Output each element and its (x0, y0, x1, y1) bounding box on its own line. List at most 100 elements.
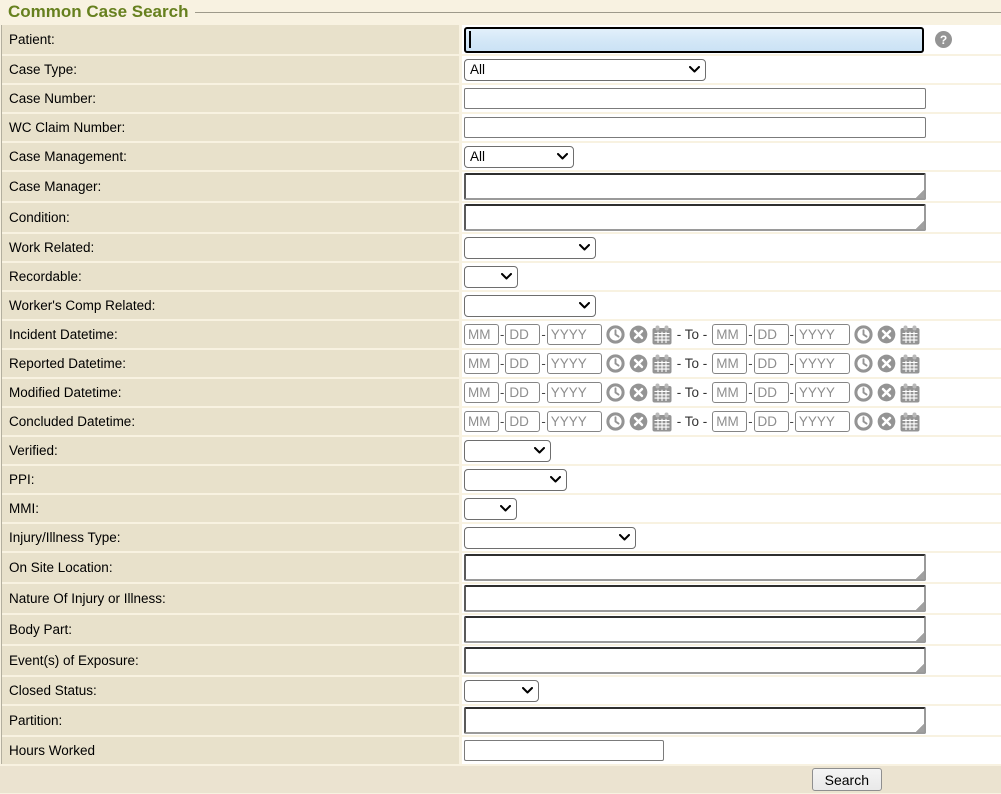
clear-icon[interactable] (877, 412, 896, 431)
field-label: Injury/Illness Type: (2, 524, 459, 551)
workers-comp-related-select[interactable] (464, 295, 596, 317)
concluded-to-year-input[interactable] (795, 411, 850, 432)
calendar-icon[interactable] (652, 354, 672, 374)
incident-to-day-input[interactable] (754, 324, 789, 345)
clock-icon[interactable] (606, 354, 625, 373)
on-site-location-textarea[interactable] (464, 554, 926, 581)
clock-icon[interactable] (854, 354, 873, 373)
help-icon[interactable]: ? (935, 31, 952, 48)
date-separator: - (541, 327, 545, 342)
modified-to-year-input[interactable] (795, 382, 850, 403)
calendar-icon[interactable] (900, 354, 920, 374)
incident-to-month-input[interactable] (712, 324, 747, 345)
row-on-site-location: On Site Location: (2, 553, 1001, 582)
clock-icon[interactable] (854, 383, 873, 402)
work-related-select[interactable] (464, 237, 596, 259)
case-manager-textarea[interactable] (464, 173, 926, 200)
events-of-exposure-textarea[interactable] (464, 647, 926, 674)
condition-textarea[interactable] (464, 204, 926, 231)
calendar-icon[interactable] (900, 383, 920, 403)
header-divider (195, 12, 1001, 13)
incident-to-year-input[interactable] (795, 324, 850, 345)
modified-from-day-input[interactable] (505, 382, 540, 403)
clock-icon[interactable] (854, 412, 873, 431)
ppi-select[interactable] (464, 469, 567, 491)
clock-icon[interactable] (606, 412, 625, 431)
case-management-select[interactable]: All (464, 146, 574, 168)
chevron-down-icon (501, 273, 512, 280)
field-label: Patient: (2, 25, 459, 54)
partition-textarea[interactable] (464, 707, 926, 734)
date-separator: - (748, 356, 752, 371)
calendar-icon[interactable] (652, 325, 672, 345)
reported-to-year-input[interactable] (795, 353, 850, 374)
clock-icon[interactable] (606, 325, 625, 344)
calendar-icon[interactable] (900, 325, 920, 345)
concluded-from-month-input[interactable] (464, 411, 499, 432)
concluded-from-year-input[interactable] (547, 411, 602, 432)
concluded-from-day-input[interactable] (505, 411, 540, 432)
row-case-management: Case Management: All (2, 143, 1001, 170)
chevron-down-icon (500, 505, 511, 512)
wc-claim-number-input[interactable] (464, 117, 926, 138)
field-label: Event(s) of Exposure: (2, 646, 459, 675)
row-workers-comp-related: Worker's Comp Related: (2, 292, 1001, 319)
reported-from-day-input[interactable] (505, 353, 540, 374)
modified-from-year-input[interactable] (547, 382, 602, 403)
modified-from-month-input[interactable] (464, 382, 499, 403)
nature-of-injury-textarea[interactable] (464, 585, 926, 612)
incident-from-day-input[interactable] (505, 324, 540, 345)
clock-icon[interactable] (606, 383, 625, 402)
closed-status-select[interactable] (464, 680, 539, 702)
row-hours-worked: Hours Worked (2, 737, 1001, 764)
reported-to-month-input[interactable] (712, 353, 747, 374)
date-separator: - (748, 385, 752, 400)
clock-icon[interactable] (854, 325, 873, 344)
field-label: Case Management: (2, 143, 459, 170)
row-patient: Patient: ? (2, 25, 1001, 54)
modified-to-day-input[interactable] (754, 382, 789, 403)
row-closed-status: Closed Status: (2, 677, 1001, 704)
reported-from-month-input[interactable] (464, 353, 499, 374)
chevron-down-icon (534, 447, 545, 454)
body-part-textarea[interactable] (464, 616, 926, 643)
reported-from-year-input[interactable] (547, 353, 602, 374)
clear-icon[interactable] (877, 383, 896, 402)
date-separator: - (541, 414, 545, 429)
calendar-icon[interactable] (900, 412, 920, 432)
hours-worked-input[interactable] (464, 740, 664, 761)
field-label: Closed Status: (2, 677, 459, 704)
injury-illness-type-select[interactable] (464, 527, 636, 549)
clear-icon[interactable] (877, 354, 896, 373)
row-ppi: PPI: (2, 466, 1001, 493)
clear-icon[interactable] (629, 412, 648, 431)
date-separator: - (541, 385, 545, 400)
date-separator: - (500, 385, 504, 400)
concluded-to-month-input[interactable] (712, 411, 747, 432)
clear-icon[interactable] (877, 325, 896, 344)
modified-to-month-input[interactable] (712, 382, 747, 403)
clear-icon[interactable] (629, 325, 648, 344)
row-reported-datetime: Reported Datetime: -- - To - -- (2, 350, 1001, 377)
case-type-select[interactable]: All (464, 59, 706, 81)
search-button[interactable]: Search (812, 768, 882, 791)
case-number-input[interactable] (464, 88, 926, 109)
verified-select[interactable] (464, 440, 551, 462)
patient-input[interactable] (464, 27, 924, 53)
clear-icon[interactable] (629, 383, 648, 402)
incident-from-month-input[interactable] (464, 324, 499, 345)
field-label: Condition: (2, 203, 459, 232)
calendar-icon[interactable] (652, 383, 672, 403)
clear-icon[interactable] (629, 354, 648, 373)
calendar-icon[interactable] (652, 412, 672, 432)
row-modified-datetime: Modified Datetime: -- - To - -- (2, 379, 1001, 406)
date-separator: - (541, 356, 545, 371)
mmi-select[interactable] (464, 498, 517, 520)
recordable-select[interactable] (464, 266, 518, 288)
incident-from-year-input[interactable] (547, 324, 602, 345)
row-concluded-datetime: Concluded Datetime: -- - To - -- (2, 408, 1001, 435)
reported-to-day-input[interactable] (754, 353, 789, 374)
chevron-down-icon (522, 687, 533, 694)
row-case-number: Case Number: (2, 85, 1001, 112)
concluded-to-day-input[interactable] (754, 411, 789, 432)
